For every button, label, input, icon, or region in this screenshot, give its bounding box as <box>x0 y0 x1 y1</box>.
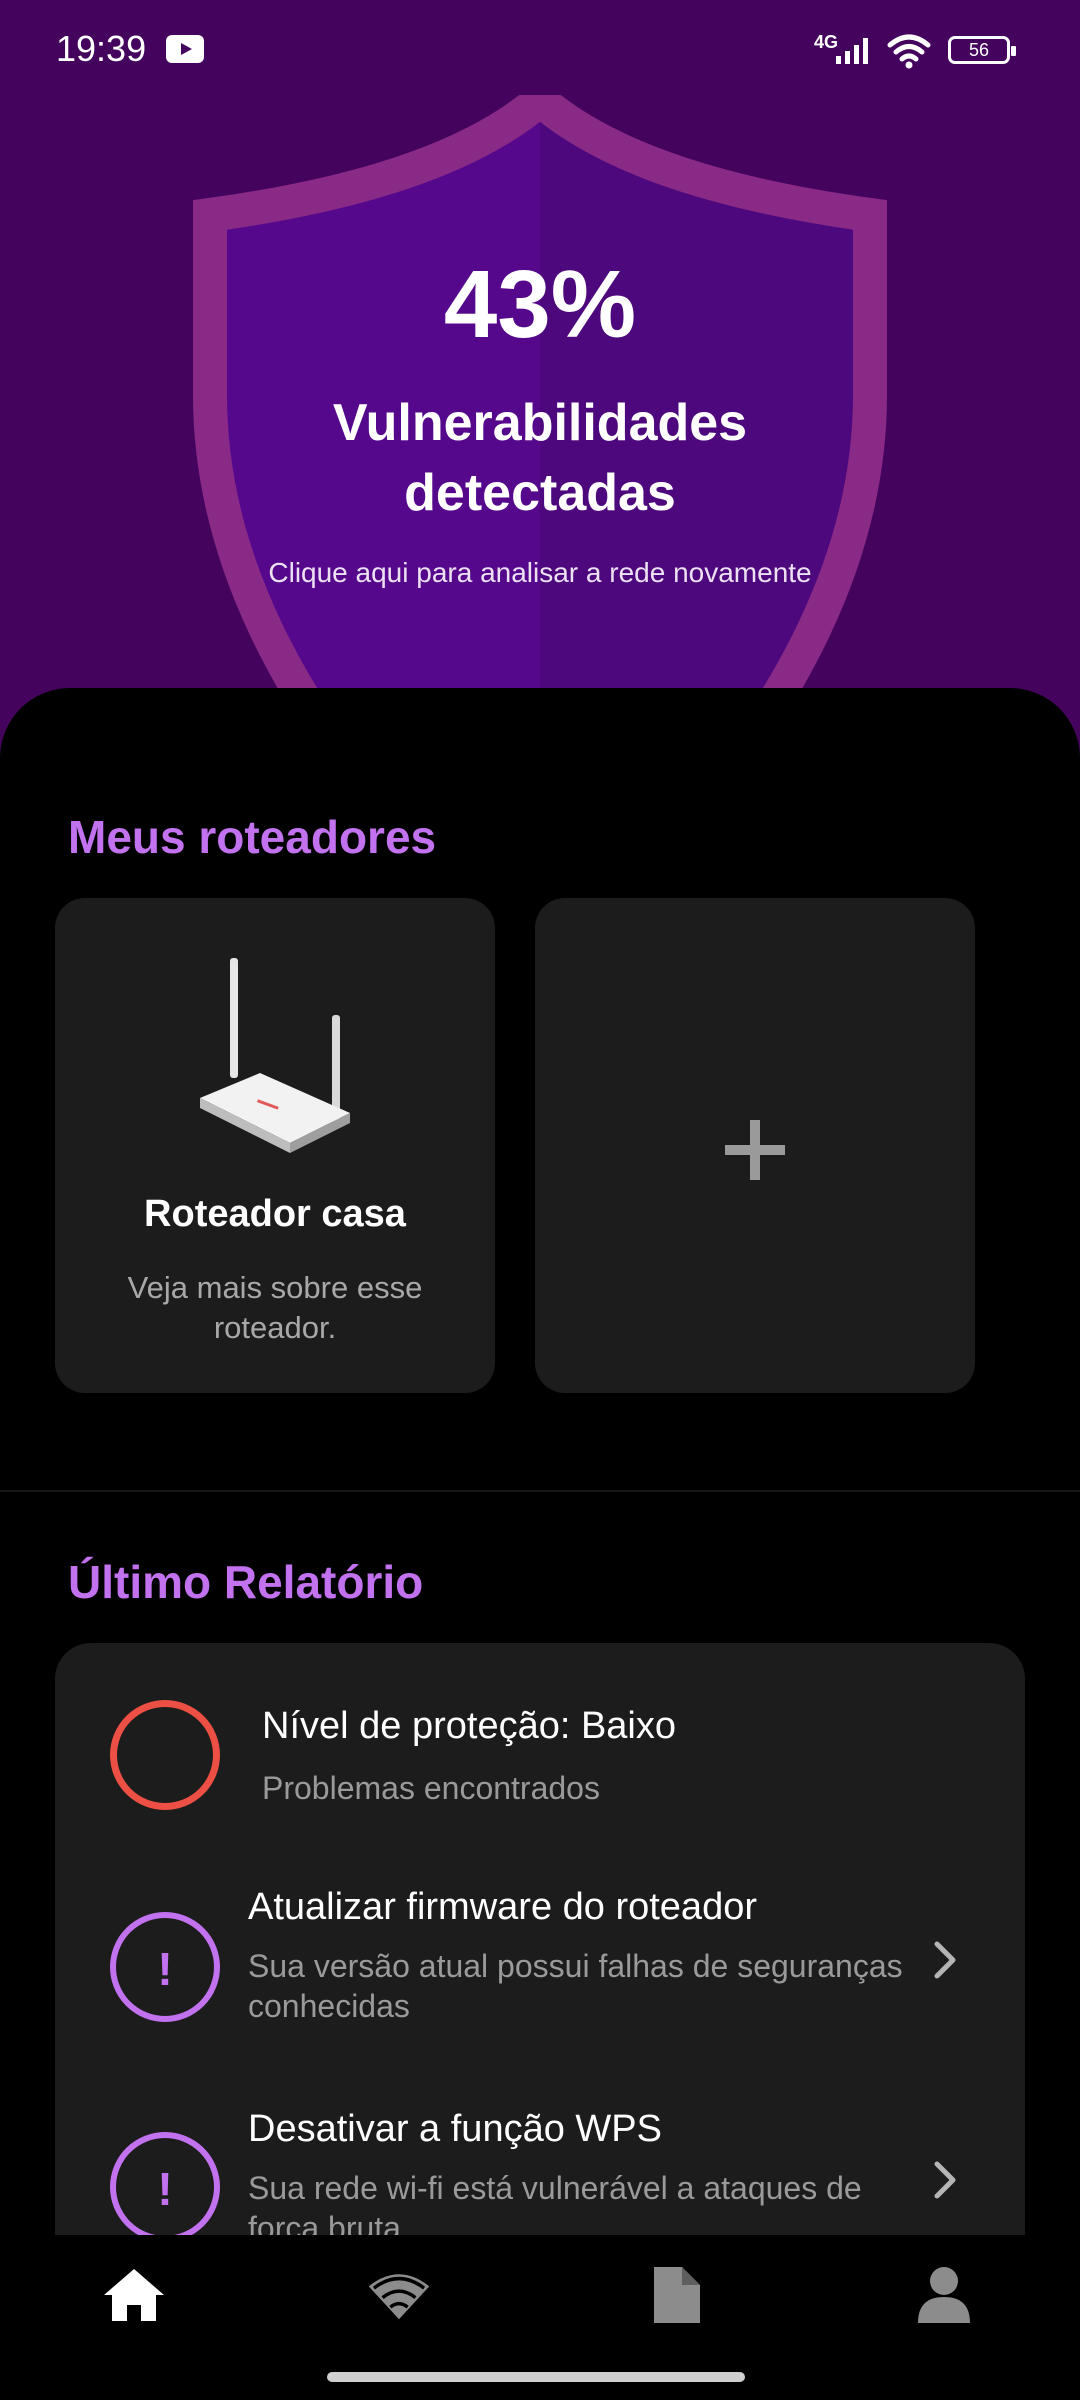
vulnerability-title: Vulnerabilidades detectadas <box>332 394 748 522</box>
add-router-button[interactable] <box>535 898 975 1393</box>
report-card: Nível de proteção: Baixo Problemas encon… <box>55 1643 1025 2246</box>
home-icon[interactable] <box>102 2265 166 2325</box>
youtube-notification-icon <box>166 35 204 63</box>
scan-banner[interactable]: 19:39 4G 56 43% Vulnerabilidades detecta… <box>0 0 1080 760</box>
gesture-bar[interactable] <box>327 2372 745 2382</box>
chevron-right-icon <box>934 2161 956 2199</box>
router-icon <box>200 958 350 1153</box>
protection-level-icon <box>110 1700 220 1810</box>
warning-icon: ! <box>110 2132 220 2242</box>
status-bar: 19:39 4G 56 <box>0 0 1080 100</box>
warning-icon: ! <box>110 1912 220 2022</box>
report-item-title: Desativar a função WPS <box>248 2108 662 2150</box>
status-time: 19:39 <box>56 28 147 69</box>
wifi-icon[interactable] <box>367 2265 431 2325</box>
battery-icon: 56 <box>948 36 1016 64</box>
router-description: Veja mais sobre esse roteador. <box>127 1270 423 1345</box>
signal-icon <box>836 38 868 64</box>
vulnerability-percent: 43% <box>443 251 637 358</box>
profile-icon[interactable] <box>912 2265 976 2325</box>
wifi-status-icon <box>887 34 931 69</box>
router-card[interactable]: Roteador casa Veja mais sobre esse rotea… <box>55 898 495 1393</box>
report-item-title: Atualizar firmware do roteador <box>248 1886 757 1928</box>
bottom-nav <box>0 2235 1080 2400</box>
protection-level-title: Nível de proteção: Baixo <box>262 1705 677 1747</box>
protection-level-subtitle: Problemas encontrados <box>262 1770 600 1806</box>
chevron-right-icon <box>934 1941 956 1979</box>
section-divider <box>0 1490 1080 1492</box>
report-section-title: Último Relatório <box>68 1556 424 1608</box>
report-item-subtitle: Sua versão atual possui falhas de segura… <box>248 1948 903 2024</box>
rescan-link[interactable]: Clique aqui para analisar a rede novamen… <box>0 557 1080 589</box>
battery-level: 56 <box>968 40 990 60</box>
routers-section-title: Meus roteadores <box>68 811 437 863</box>
document-icon[interactable] <box>644 2265 708 2325</box>
router-name: Roteador casa <box>144 1193 406 1235</box>
